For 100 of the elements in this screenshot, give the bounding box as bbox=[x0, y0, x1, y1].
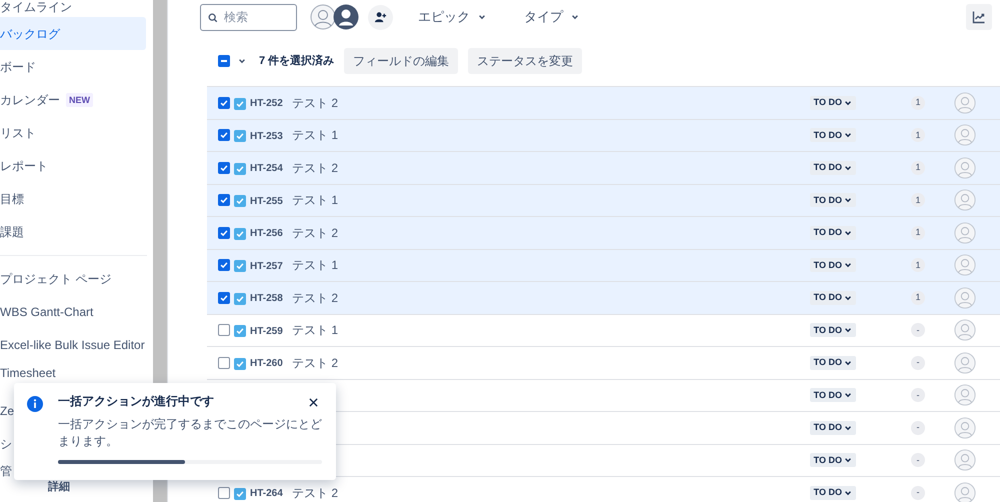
status-dropdown[interactable]: TO DO bbox=[810, 193, 856, 208]
issue-summary: テスト 1 bbox=[292, 257, 338, 274]
issue-row[interactable]: HT-252 テスト 2 TO DO 1 bbox=[207, 87, 1000, 120]
sidebar-item[interactable]: 課題 bbox=[0, 215, 146, 248]
issue-key[interactable]: HT-257 bbox=[250, 258, 292, 274]
estimate-badge: - bbox=[911, 356, 925, 370]
status-dropdown[interactable]: TO DO bbox=[810, 96, 856, 110]
estimate-badge: - bbox=[911, 453, 925, 468]
row-checkbox[interactable] bbox=[218, 356, 230, 369]
issue-summary: テスト 2 bbox=[292, 94, 338, 112]
estimate-badge: 1 bbox=[911, 193, 925, 208]
issue-row[interactable]: HT-253 テスト 1 TO DO 1 bbox=[207, 120, 1000, 152]
issue-key[interactable]: HT-264 bbox=[250, 486, 292, 502]
chevron-icon bbox=[844, 164, 852, 172]
chevron-icon bbox=[844, 488, 852, 497]
row-checkbox[interactable] bbox=[218, 129, 230, 142]
issue-summary: テスト 1 bbox=[292, 192, 338, 210]
add-person-button[interactable] bbox=[368, 4, 393, 30]
sidebar-subitem[interactable]: 詳細 bbox=[48, 479, 70, 496]
chart-icon bbox=[972, 10, 986, 24]
status-dropdown[interactable]: TO DO bbox=[810, 258, 856, 272]
issue-row[interactable]: HT-256 テスト 2 TO DO 1 bbox=[207, 217, 1000, 250]
chevron-icon bbox=[844, 228, 852, 237]
issue-key[interactable]: HT-259 bbox=[250, 324, 292, 339]
chevron-icon bbox=[844, 261, 852, 270]
issue-key[interactable]: HT-254 bbox=[250, 161, 292, 176]
chevron-icon bbox=[844, 424, 852, 432]
filter-dropdown[interactable]: エピック bbox=[412, 4, 492, 30]
action-button[interactable]: フィールドの編集 bbox=[344, 48, 458, 74]
issue-row[interactable]: HT-258 テスト 2 TO DO 1 bbox=[207, 282, 1000, 314]
sidebar-item[interactable]: バックログ bbox=[0, 17, 146, 50]
estimate-badge: 1 bbox=[911, 128, 925, 142]
search-field[interactable]: 検索 bbox=[200, 4, 297, 30]
estimate-badge: - bbox=[911, 420, 925, 435]
sidebar-item[interactable]: ボード bbox=[0, 50, 146, 83]
filter-dropdown[interactable]: タイプ bbox=[518, 4, 585, 30]
search-icon bbox=[208, 12, 218, 22]
chevron-icon bbox=[571, 13, 579, 21]
selection-count: 7 件を選択済み bbox=[259, 54, 334, 69]
status-dropdown[interactable]: TO DO bbox=[810, 160, 856, 175]
sidebar-item[interactable]: カレンダー NEW bbox=[0, 83, 146, 116]
status-dropdown[interactable]: TO DO bbox=[810, 226, 856, 240]
sidebar-item[interactable]: レポート bbox=[0, 149, 146, 182]
task-icon bbox=[234, 130, 246, 142]
estimate-badge: - bbox=[911, 323, 925, 338]
issue-row[interactable]: HT-255 テスト 1 TO DO 1 bbox=[207, 184, 1000, 217]
task-icon bbox=[234, 162, 246, 175]
sidebar-item[interactable]: タイムライン bbox=[0, 0, 146, 17]
status-dropdown[interactable]: TO DO bbox=[810, 420, 856, 435]
task-icon bbox=[234, 228, 246, 240]
chevron-icon bbox=[844, 98, 852, 107]
new-badge: NEW bbox=[66, 92, 93, 106]
status-dropdown[interactable]: TO DO bbox=[810, 453, 856, 468]
sidebar-item[interactable]: プロジェクト ページ bbox=[0, 262, 146, 295]
issue-summary: テスト 2 bbox=[292, 290, 338, 307]
row-checkbox[interactable] bbox=[218, 194, 230, 206]
row-checkbox[interactable] bbox=[218, 259, 230, 272]
issue-summary: テスト 2 bbox=[292, 224, 338, 242]
row-checkbox[interactable] bbox=[218, 324, 230, 336]
close-icon bbox=[308, 398, 318, 406]
chevron-icon bbox=[844, 358, 852, 367]
action-button[interactable]: ステータスを変更 bbox=[468, 48, 582, 74]
issue-row[interactable]: HT-254 テスト 2 TO DO 1 bbox=[207, 152, 1000, 184]
estimate-badge: - bbox=[911, 388, 925, 402]
status-dropdown[interactable]: TO DO bbox=[810, 356, 856, 370]
issue-summary: テスト 1 bbox=[292, 127, 338, 144]
user-icon[interactable] bbox=[333, 4, 359, 30]
status-dropdown[interactable]: TO DO bbox=[810, 388, 856, 402]
row-checkbox[interactable] bbox=[218, 292, 230, 304]
row-checkbox[interactable] bbox=[218, 96, 230, 109]
row-checkbox[interactable] bbox=[218, 486, 230, 499]
avatar-icon[interactable] bbox=[310, 4, 336, 30]
issue-key[interactable]: HT-260 bbox=[250, 356, 292, 372]
row-checkbox[interactable] bbox=[218, 226, 230, 239]
sidebar-item[interactable]: Excel-like Bulk Issue Editor bbox=[0, 328, 146, 361]
issue-key[interactable]: HT-253 bbox=[250, 128, 292, 144]
issue-key[interactable]: HT-252 bbox=[250, 96, 292, 112]
issue-row[interactable]: HT-257 テスト 1 TO DO 1 bbox=[207, 250, 1000, 282]
chevron-icon bbox=[844, 131, 852, 140]
sidebar-item[interactable]: 目標 bbox=[0, 182, 146, 215]
status-dropdown[interactable]: TO DO bbox=[810, 323, 856, 338]
issue-key[interactable]: HT-255 bbox=[250, 194, 292, 209]
row-checkbox[interactable] bbox=[218, 162, 230, 174]
chevron-icon bbox=[478, 13, 486, 21]
estimate-badge: 1 bbox=[911, 96, 925, 110]
issue-key[interactable]: HT-256 bbox=[250, 226, 292, 242]
issue-key[interactable]: HT-258 bbox=[250, 291, 292, 306]
issue-summary: テスト 1 bbox=[292, 322, 338, 340]
sidebar-item[interactable]: リスト bbox=[0, 116, 146, 149]
insights-button[interactable] bbox=[966, 4, 992, 30]
status-dropdown[interactable]: TO DO bbox=[810, 128, 856, 142]
status-dropdown[interactable]: TO DO bbox=[810, 486, 856, 500]
chevron-icon bbox=[844, 294, 852, 302]
sidebar-item[interactable]: WBS Gantt-Chart bbox=[0, 295, 146, 328]
task-icon bbox=[234, 195, 246, 208]
select-all-checkbox[interactable] bbox=[218, 55, 230, 67]
status-dropdown[interactable]: TO DO bbox=[810, 290, 856, 305]
estimate-badge: 1 bbox=[911, 258, 925, 272]
info-icon bbox=[27, 396, 43, 412]
notification-title: 一括アクションが進行中です bbox=[58, 393, 215, 409]
